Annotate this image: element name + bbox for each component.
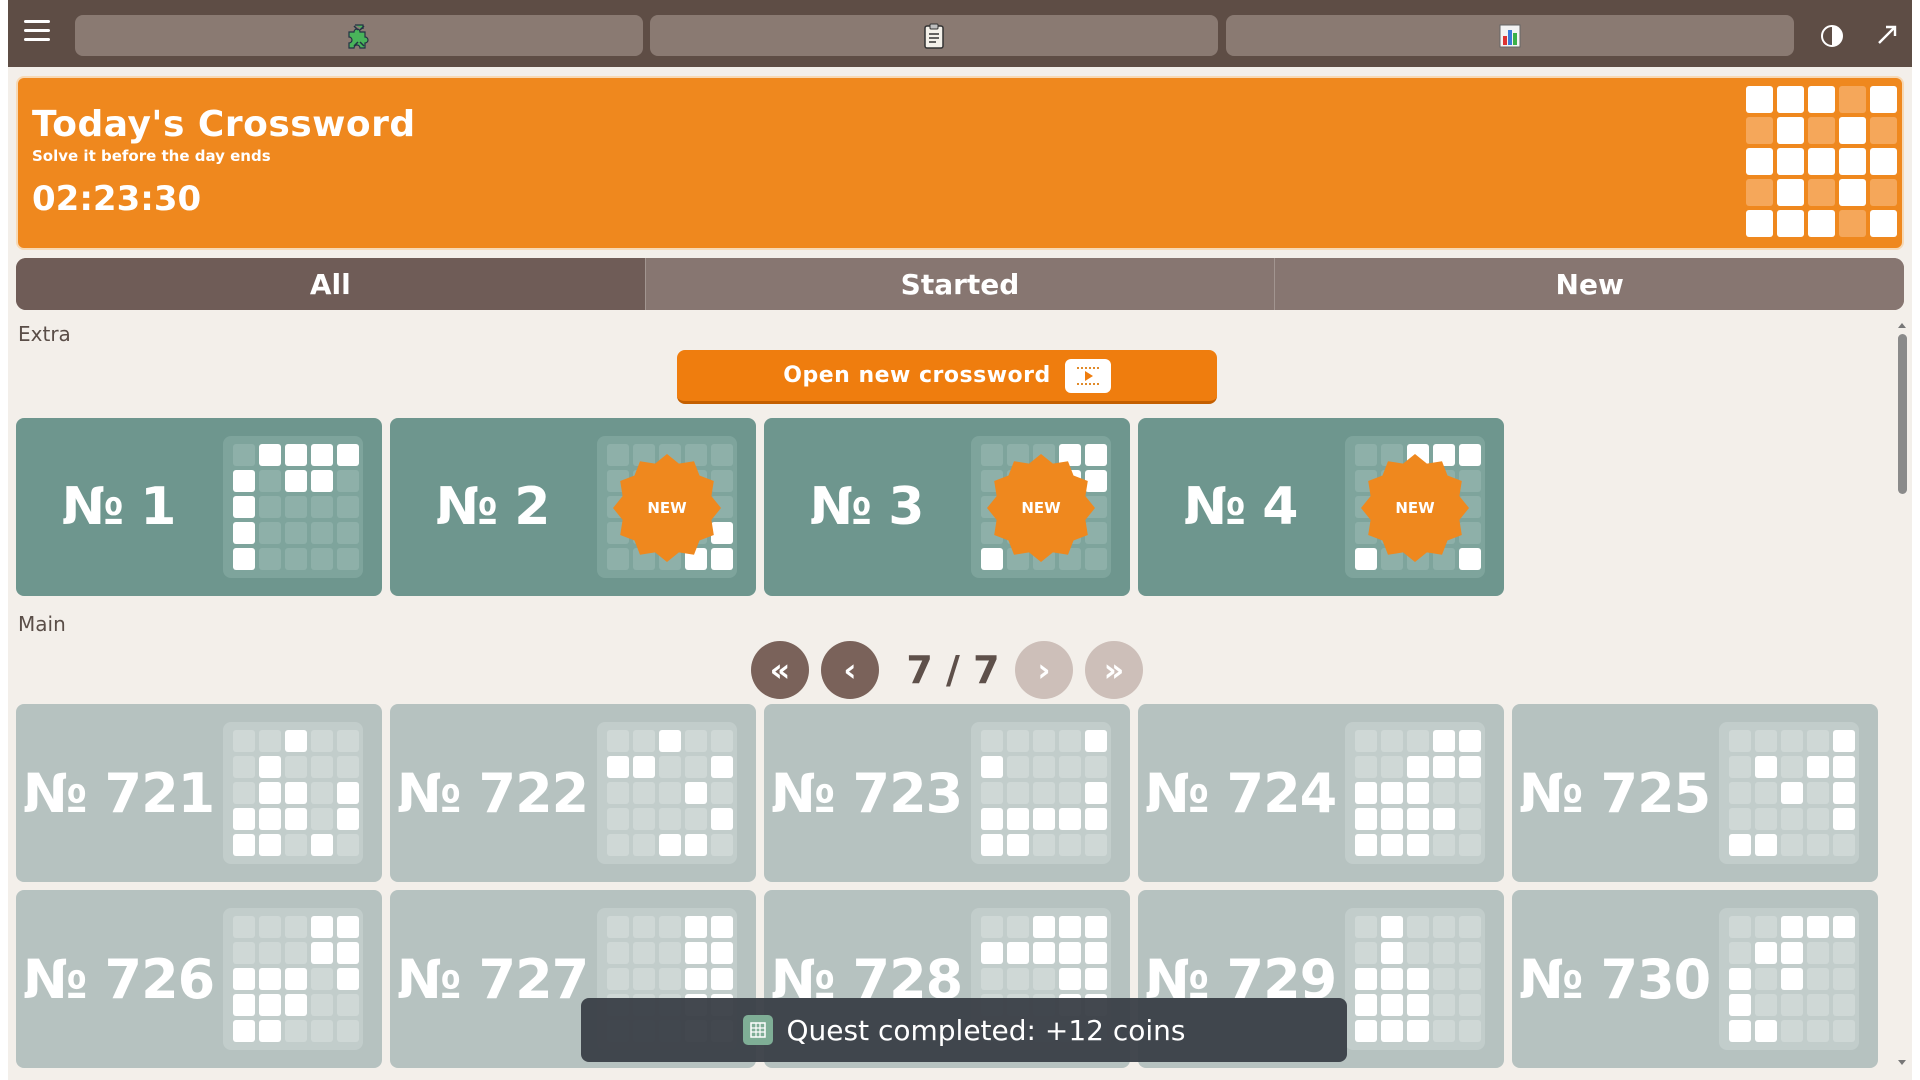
grid-icon [742,1015,773,1045]
page-indicator: 7 / 7 [906,648,1000,692]
tab-stats[interactable] [1226,15,1794,56]
open-new-crossword-label: Open new crossword [783,363,1051,388]
toast-message: Quest completed: +12 coins [786,1013,1186,1047]
crossword-thumbnail [223,436,363,578]
crossword-thumbnail [1345,722,1485,864]
quest-toast: Quest completed: +12 coins [581,998,1347,1062]
crossword-grid-icon [1746,86,1897,237]
extra-crossword-card[interactable]: № 3 NEW [764,418,1130,596]
countdown-timer: 02:23:30 [32,179,202,219]
crossword-thumbnail [971,722,1111,864]
crossword-card[interactable]: № 725 [1512,704,1878,882]
card-number: № 3 [809,477,925,537]
filter-tabs: All Started New [16,258,1904,310]
tab-tasks[interactable] [650,15,1218,56]
scrollbar-thumb[interactable] [1898,334,1907,494]
scroll-up-arrow[interactable] [1896,320,1908,330]
crossword-card[interactable]: № 721 [16,704,382,882]
extra-crossword-card[interactable]: № 4 NEW [1138,418,1504,596]
card-number: № 726 [22,947,216,1011]
crossword-thumbnail [1345,908,1485,1050]
crossword-card[interactable]: № 726 [16,890,382,1068]
crossword-card[interactable]: № 730 [1512,890,1878,1068]
last-page-button[interactable]: » [1085,641,1143,699]
extra-crossword-card[interactable]: № 1 [16,418,382,596]
previous-page-button[interactable]: ‹ [821,641,879,699]
card-number: № 727 [396,947,590,1011]
first-page-button[interactable]: « [751,641,809,699]
puzzle-piece-icon [348,23,369,49]
card-number: № 722 [396,761,590,825]
new-badge-label: NEW [1021,499,1061,517]
card-number: № 724 [1144,761,1338,825]
card-number: № 730 [1518,947,1712,1011]
clipboard-icon [924,23,944,49]
contrast-icon[interactable] [1820,24,1844,48]
crossword-card[interactable]: № 723 [764,704,1130,882]
card-number: № 725 [1518,761,1712,825]
next-page-button[interactable]: › [1015,641,1073,699]
extra-crossword-card[interactable]: № 2 NEW [390,418,756,596]
new-badge: NEW [612,453,722,563]
crossword-thumbnail [223,908,363,1050]
crossword-thumbnail [597,722,737,864]
expand-icon[interactable] [1874,22,1900,48]
new-badge: NEW [1360,453,1470,563]
new-badge: NEW [986,453,1096,563]
crossword-thumbnail [1719,908,1859,1050]
crossword-card[interactable]: № 722 [390,704,756,882]
card-number: № 4 [1183,477,1299,537]
scroll-down-arrow[interactable] [1896,1058,1908,1068]
crossword-thumbnail [223,722,363,864]
banner-title: Today's Crossword [32,104,416,145]
open-new-crossword-button[interactable]: Open new crossword [677,350,1217,404]
card-number: № 721 [22,761,216,825]
crossword-thumbnail [1719,722,1859,864]
new-badge-label: NEW [1395,499,1435,517]
bar-chart-icon [1499,24,1521,47]
tab-started[interactable]: Started [644,258,1275,310]
main-section-label: Main [18,612,66,636]
top-bar [8,0,1912,67]
video-ad-icon [1064,358,1111,393]
banner-subtitle: Solve it before the day ends [32,147,271,165]
card-number: № 723 [770,761,964,825]
app-frame: Today's Crossword Solve it before the da… [8,0,1912,1080]
card-number: № 2 [435,477,551,537]
hamburger-icon[interactable] [24,20,50,44]
tab-new[interactable]: New [1274,258,1904,310]
crossword-card[interactable]: № 724 [1138,704,1504,882]
tab-puzzles[interactable] [75,15,643,56]
card-number: № 1 [61,477,177,537]
tab-all[interactable]: All [16,258,645,310]
new-badge-label: NEW [647,499,687,517]
extra-section-label: Extra [18,322,71,346]
todays-crossword-banner[interactable]: Today's Crossword Solve it before the da… [16,76,1904,250]
